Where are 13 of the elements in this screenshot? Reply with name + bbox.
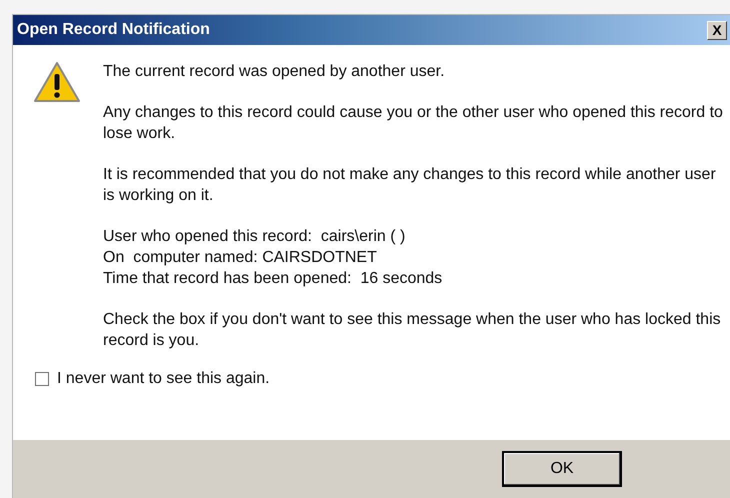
ok-button[interactable]: OK [502,451,622,487]
message-text: Time that record has been opened: 16 seconds [103,269,444,289]
message-text: Any changes to this record could cause you or the other user who opened this record to lose work. [103,103,723,144]
warning-icon [33,61,81,103]
close-button[interactable]: X [707,20,727,40]
message-text: On computer named: CAIRSDOTNET [103,248,378,268]
message-text: Check the box if you don't want to see this message when the user who has locked this record is you. [103,310,722,351]
message-text: It is recommended that you do not make any changes to this record while another user is working on it. [103,165,717,206]
message-text: User who opened this record: cairs\erin ( ) [103,227,406,247]
checkbox[interactable] [35,372,49,386]
window-title: Open Record Notification [17,21,210,39]
message-text: The current record was opened by another user. [103,62,446,82]
checkbox-label: I never want to see this again. [57,369,270,389]
